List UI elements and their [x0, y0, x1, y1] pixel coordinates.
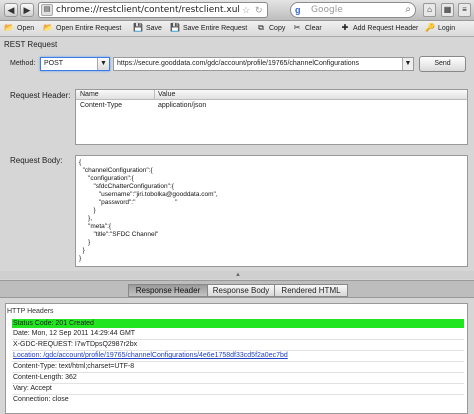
chevron-down-icon[interactable]: ▼	[402, 58, 413, 70]
response-header-vary: Vary: Accept	[13, 385, 52, 392]
open-button[interactable]: 📂 Open	[4, 23, 34, 35]
bookmark-star-icon[interactable]: ☆	[242, 5, 250, 16]
save-button[interactable]: 💾 Save	[133, 23, 162, 35]
method-label: Method:	[10, 60, 36, 67]
open-entire-request-button[interactable]: 📂 Open Entire Request	[43, 23, 121, 35]
request-body-textarea[interactable]: { "channelConfiguration":{ "configuratio…	[75, 155, 468, 267]
header-value-cell[interactable]: application/json	[158, 102, 206, 109]
request-body-label: Request Body:	[10, 156, 63, 165]
body-line: "password":" "	[79, 199, 178, 206]
response-tabs: Response Header Response Body Rendered H…	[0, 280, 474, 298]
body-line: "channelConfiguration":{	[79, 167, 153, 174]
http-headers-title: HTTP Headers	[7, 308, 54, 315]
response-header-date: Date: Mon, 12 Sep 2011 14:29:44 GMT	[13, 330, 136, 337]
table-header-row: Name Value	[76, 90, 467, 100]
save-entire-request-button[interactable]: 💾 Save Entire Request	[170, 23, 247, 35]
copy-button[interactable]: ⧉ Copy	[256, 23, 285, 35]
pane-splitter[interactable]: ▲	[0, 271, 474, 279]
home-icon[interactable]: ⌂	[423, 3, 436, 17]
column-header-name[interactable]: Name	[80, 91, 99, 98]
chevron-down-icon[interactable]: ▼	[97, 58, 109, 70]
body-line: {	[79, 159, 82, 166]
forward-button[interactable]: ▶	[20, 3, 34, 17]
save-icon: 💾	[133, 23, 143, 33]
address-text: chrome://restclient/content/restclient.x…	[56, 5, 240, 15]
request-header-label: Request Header:	[10, 91, 71, 100]
tab-response-header[interactable]: Response Header	[128, 284, 208, 297]
row-divider	[12, 383, 464, 384]
copy-icon: ⧉	[258, 23, 264, 33]
request-url-input[interactable]: https://secure.gooddata.com/gdc/account/…	[113, 57, 414, 71]
response-header-content-length: Content-Length: 362	[13, 374, 77, 381]
request-header-table[interactable]: Name Value Content-Type application/json	[75, 89, 468, 145]
login-button[interactable]: 🔑 Login	[425, 23, 455, 35]
folder-icon: 📂	[43, 23, 53, 33]
header-name-cell[interactable]: Content-Type	[80, 102, 122, 109]
search-placeholder: Google	[311, 5, 343, 15]
response-header-request-id: X-GDC-REQUEST: I7wTDpsQ2987r2bx	[13, 341, 138, 348]
folder-icon: 📂	[4, 23, 14, 33]
row-divider	[12, 350, 464, 351]
body-line: "sfdcChatterConfiguration":{	[79, 183, 174, 190]
body-line: }	[79, 255, 82, 262]
clear-button[interactable]: ✂ Clear	[292, 23, 322, 35]
tab-response-body[interactable]: Response Body	[207, 284, 275, 297]
add-request-header-button[interactable]: ✚ Add Request Header	[340, 23, 419, 35]
body-line: "meta":{	[79, 223, 112, 230]
column-header-value[interactable]: Value	[158, 91, 175, 98]
body-line: }	[79, 239, 91, 246]
search-box[interactable]: g Google ⌕	[290, 2, 416, 18]
body-line: }	[79, 247, 85, 254]
body-line: "title":"SFDC Channel"	[79, 231, 159, 238]
splitter-grip-icon[interactable]: ▲	[235, 272, 241, 278]
response-header-location-link[interactable]: Location: /gdc/account/profile/19765/cha…	[13, 352, 288, 359]
login-icon: 🔑	[425, 23, 435, 33]
add-icon: ✚	[341, 23, 349, 33]
menu-icon[interactable]: ≡	[458, 3, 471, 17]
status-code-text: Status Code: 201 Created	[13, 320, 94, 327]
clear-icon: ✂	[293, 23, 301, 33]
extension-icon[interactable]: ▦	[441, 3, 454, 17]
back-button[interactable]: ◀	[4, 3, 18, 17]
row-divider	[12, 372, 464, 373]
reload-icon[interactable]: ↻	[255, 5, 263, 16]
search-icon[interactable]: ⌕	[405, 4, 411, 15]
rest-request-title: REST Request	[4, 40, 58, 49]
tab-rendered-html[interactable]: Rendered HTML	[274, 284, 348, 297]
address-bar[interactable]: ▤ chrome://restclient/content/restclient…	[38, 2, 268, 18]
send-button[interactable]: Send	[419, 56, 466, 72]
row-divider	[12, 339, 464, 340]
body-line: "configuration":{	[79, 175, 134, 182]
column-divider	[154, 90, 155, 100]
method-value: POST	[44, 60, 64, 67]
response-header-content-type: Content-Type: text/html;charset=UTF-8	[13, 363, 135, 370]
row-divider	[12, 394, 464, 395]
body-line: }	[79, 207, 96, 214]
google-logo-icon: g	[295, 5, 301, 15]
main-toolbar: 📂 Open 📂 Open Entire Request 💾 Save 💾 Save E…	[0, 21, 474, 37]
row-divider	[12, 361, 464, 362]
request-url-value: https://secure.gooddata.com/gdc/account/…	[117, 60, 360, 67]
save-icon: 💾	[170, 23, 180, 33]
method-select[interactable]: POST ▼	[40, 57, 110, 71]
response-header-connection: Connection: close	[13, 396, 69, 403]
body-line: },	[79, 215, 93, 222]
body-line: "username":"jiri.tobolka@gooddata.com",	[79, 191, 218, 198]
browser-bar: ◀ ▶ ▤ chrome://restclient/content/restcl…	[0, 0, 474, 21]
page-icon: ▤	[41, 4, 53, 16]
